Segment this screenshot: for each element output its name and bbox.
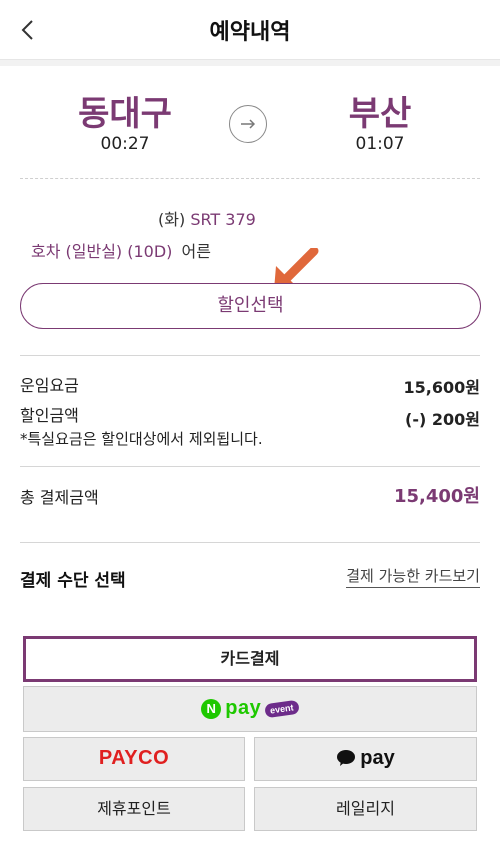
app-header: 예약내역	[0, 0, 500, 60]
page-title: 예약내역	[209, 20, 291, 45]
total-label: 총 결제금액	[20, 488, 99, 507]
total-divider	[20, 466, 480, 467]
fare-value: 15,600원	[403, 378, 480, 397]
partner-points-button[interactable]: 제휴포인트	[23, 787, 245, 831]
payco-logo: PAYCO	[98, 747, 170, 769]
kakaopay-logo: pay	[336, 738, 395, 778]
kakaopay-text: pay	[360, 747, 395, 769]
card-payment-button[interactable]: 카드결제	[23, 636, 477, 682]
direction-arrow-icon	[229, 105, 267, 143]
seat-info: 호차 (일반실) (10D) 어른	[31, 238, 211, 262]
fare-label: 운임요금	[20, 376, 79, 395]
train-day: (화)	[158, 210, 186, 229]
kakaopay-button[interactable]: pay	[254, 737, 477, 781]
event-badge: event	[264, 699, 300, 718]
npay-text: pay	[225, 697, 262, 719]
discount-select-button[interactable]: 할인선택	[20, 283, 481, 329]
passenger-type: 어른	[181, 242, 211, 261]
arrival-time: 01:07	[355, 134, 405, 154]
payco-button[interactable]: PAYCO	[23, 737, 245, 781]
payment-divider	[20, 542, 480, 543]
arrival-station: 부산	[348, 94, 412, 134]
car-info: 호차 (일반실) (10D)	[31, 242, 173, 261]
mileage-button[interactable]: 레일리지	[254, 787, 477, 831]
available-cards-link[interactable]: 결제 가능한 카드보기	[346, 565, 480, 588]
total-value: 15,400원	[393, 486, 480, 507]
discount-value: (-) 200원	[405, 410, 480, 429]
payment-section-title: 결제 수단 선택	[20, 571, 126, 591]
npay-button[interactable]: N pay event	[23, 686, 477, 732]
npay-n-icon: N	[201, 698, 222, 719]
speech-bubble-icon	[337, 750, 356, 766]
departure-station: 동대구	[78, 94, 172, 134]
discount-note: *특실요금은 할인대상에서 제외됩니다.	[20, 430, 263, 448]
departure-time: 00:27	[100, 134, 150, 154]
train-info: (화) SRT 379	[158, 206, 256, 230]
fees-divider	[20, 355, 480, 356]
discount-label: 할인금액	[20, 406, 79, 425]
npay-logo: N pay event	[201, 697, 300, 720]
route-divider	[20, 178, 480, 179]
train-number: SRT 379	[190, 210, 256, 229]
